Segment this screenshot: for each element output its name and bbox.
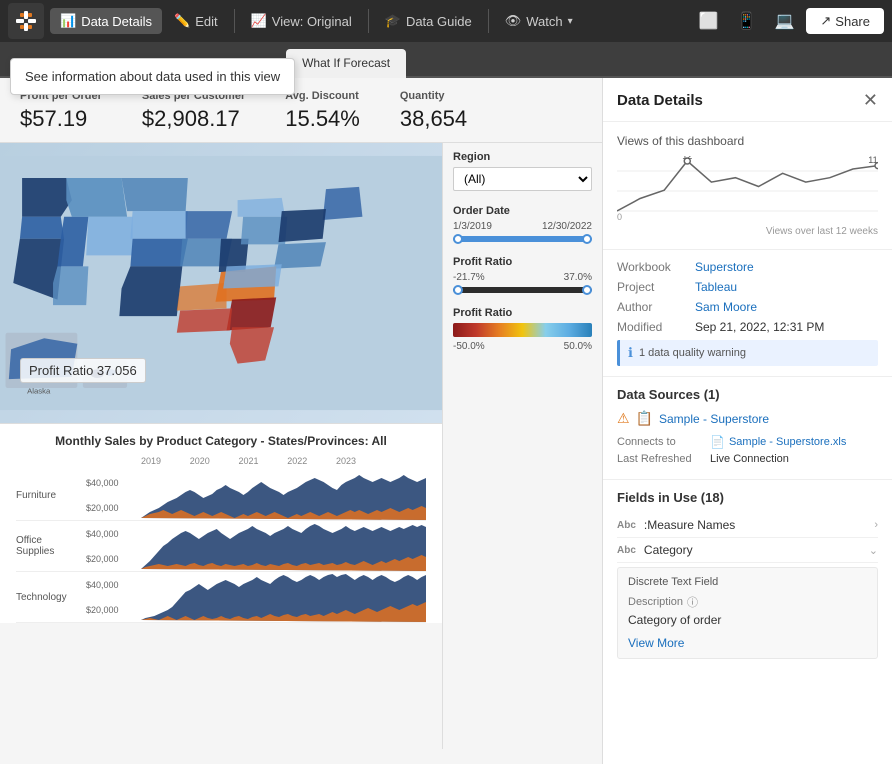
meta-workbook: Workbook Superstore [617,260,878,274]
filters-panel: Region (All) East West Central South Ord… [442,143,602,749]
views-section: Views of this dashboard 12 11 [603,122,892,250]
profit-ratio-filter: Profit Ratio -21.7% 37.0% [453,256,592,293]
warning-banner[interactable]: ℹ 1 data quality warning [617,340,878,366]
app-logo [8,3,44,39]
close-panel-button[interactable]: ✕ [863,90,878,111]
metadata-section: Workbook Superstore Project Tableau Auth… [603,250,892,377]
source-name-link[interactable]: Sample - Superstore [659,412,769,426]
watch-dropdown-icon: ▾ [568,16,573,27]
svg-text:12: 12 [682,156,692,161]
edit-icon: ✏️ [174,13,190,29]
kpi-row: Profit per Order $57.19 Sales per Custom… [0,78,602,143]
svg-text:Alaska: Alaska [27,387,51,396]
region-select[interactable]: (All) East West Central South [453,167,592,191]
chevron-down-icon: ⌄ [869,544,878,557]
main-layout: Profit per Order $57.19 Sales per Custom… [0,78,892,764]
views-chart: 12 11 0 [617,156,878,226]
color-legend [453,323,592,337]
project-link[interactable]: Tableau [695,280,737,294]
data-details-button[interactable]: 📊 Data Details [50,8,162,34]
chart-year-2022: 2022 [287,456,307,466]
chevron-right-icon: › [874,519,878,531]
device-icon-1[interactable]: ⬜ [693,7,725,35]
view-original-button[interactable]: 📈 View: Original [241,8,362,34]
info-icon: ℹ [628,345,633,361]
workbook-link[interactable]: Superstore [695,260,754,274]
share-button[interactable]: ↗ Share [806,8,884,34]
toolbar-divider-3 [488,9,489,33]
field-detail-box: Discrete Text Field Description ⓘ Catego… [617,567,878,659]
guide-icon: 🎓 [385,13,401,29]
fields-section: Fields in Use (18) Abc :Measure Names › … [603,480,892,669]
share-icon: ↗ [820,13,831,29]
profit-ratio-slider[interactable] [453,287,592,293]
meta-modified: Modified Sep 21, 2022, 12:31 PM [617,320,878,334]
svg-text:0: 0 [617,212,622,221]
kpi-avg-discount: Avg. Discount 15.54% [285,90,360,132]
field-item-category[interactable]: Abc Category ⌄ [617,538,878,563]
chart-row-office-supplies: OfficeSupplies $40,000 $20,000 [16,521,426,572]
dashboard-area: Alaska Profit Ratio 37.056 Monthly Sales… [0,143,602,749]
chart-year-2023: 2023 [336,456,356,466]
chart-year-2021: 2021 [238,456,258,466]
source-item: ⚠ 📋 Sample - Superstore [617,410,878,427]
file-db-icon: 📋 [636,410,653,427]
toolbar-divider-1 [234,9,235,33]
panel-header: Data Details ✕ [603,78,892,122]
toolbar-divider-2 [368,9,369,33]
field-item-measure-names[interactable]: Abc :Measure Names › [617,513,878,538]
data-guide-button[interactable]: 🎓 Data Guide [375,8,482,34]
last-refreshed-value: Live Connection [710,453,789,465]
kpi-quantity: Quantity 38,654 [400,90,467,132]
profit-ratio-display: Profit Ratio 37.056 [20,358,146,383]
chart-year-2020: 2020 [190,456,210,466]
data-sources-section: Data Sources (1) ⚠ 📋 Sample - Superstore… [603,377,892,480]
chart-rows: Furniture $40,000 $20,000 [16,470,426,623]
toolbar-right: ⬜ 📱 💻 ↗ Share [693,7,884,35]
kpi-profit-per-order: Profit per Order $57.19 [20,90,102,132]
connects-to-row: Connects to 📄 Sample - Superstore.xls [617,435,878,449]
svg-text:11: 11 [868,156,877,165]
chart-row-technology: Technology $40,000 $20,000 [16,572,426,623]
meta-author: Author Sam Moore [617,300,878,314]
watch-button[interactable]: 👁 Watch ▾ [495,8,583,34]
device-icon-2[interactable]: 📱 [731,7,763,35]
map-and-chart: Alaska Profit Ratio 37.056 Monthly Sales… [0,143,442,749]
region-filter: Region (All) East West Central South [453,151,592,191]
device-icon-3[interactable]: 💻 [768,7,800,35]
author-link[interactable]: Sam Moore [695,300,757,314]
right-panel: Data Details ✕ Views of this dashboard [602,78,892,764]
chart-year-2019: 2019 [141,456,161,466]
order-date-filter: Order Date 1/3/2019 12/30/2022 [453,205,592,242]
last-refreshed-row: Last Refreshed Live Connection [617,453,878,465]
connects-to-link[interactable]: 📄 Sample - Superstore.xls [710,435,846,449]
tab-bar: Overview Monthly Sales... Forecast What … [0,42,892,78]
view-more-button[interactable]: View More [628,636,684,650]
chart-icon: 📈 [251,13,267,29]
toolbar: 📊 Data Details ✏️ Edit 📈 View: Original … [0,0,892,42]
meta-project: Project Tableau [617,280,878,294]
tab-forecast[interactable]: Forecast [207,49,286,76]
chart-row-furniture: Furniture $40,000 $20,000 [16,470,426,521]
kpi-sales-per-customer: Sales per Customer $2,908.17 [142,90,245,132]
tab-monthly-sales[interactable]: Monthly Sales... [90,49,207,76]
warning-source-icon: ⚠ [617,410,630,427]
bottom-chart: Monthly Sales by Product Category - Stat… [0,423,442,623]
xls-file-icon: 📄 [710,435,725,449]
profit-ratio-legend: Profit Ratio -50.0% 50.0% [453,307,592,352]
left-content: Profit per Order $57.19 Sales per Custom… [0,78,602,764]
data-details-icon: 📊 [60,13,76,29]
desc-info-icon: ⓘ [687,594,698,610]
eye-icon: 👁 [505,13,522,29]
edit-button[interactable]: ✏️ Edit [164,8,228,34]
tab-overview[interactable]: Overview [8,49,90,76]
tab-what-if-forecast[interactable]: What If Forecast [286,49,406,76]
order-date-slider[interactable] [453,236,592,242]
